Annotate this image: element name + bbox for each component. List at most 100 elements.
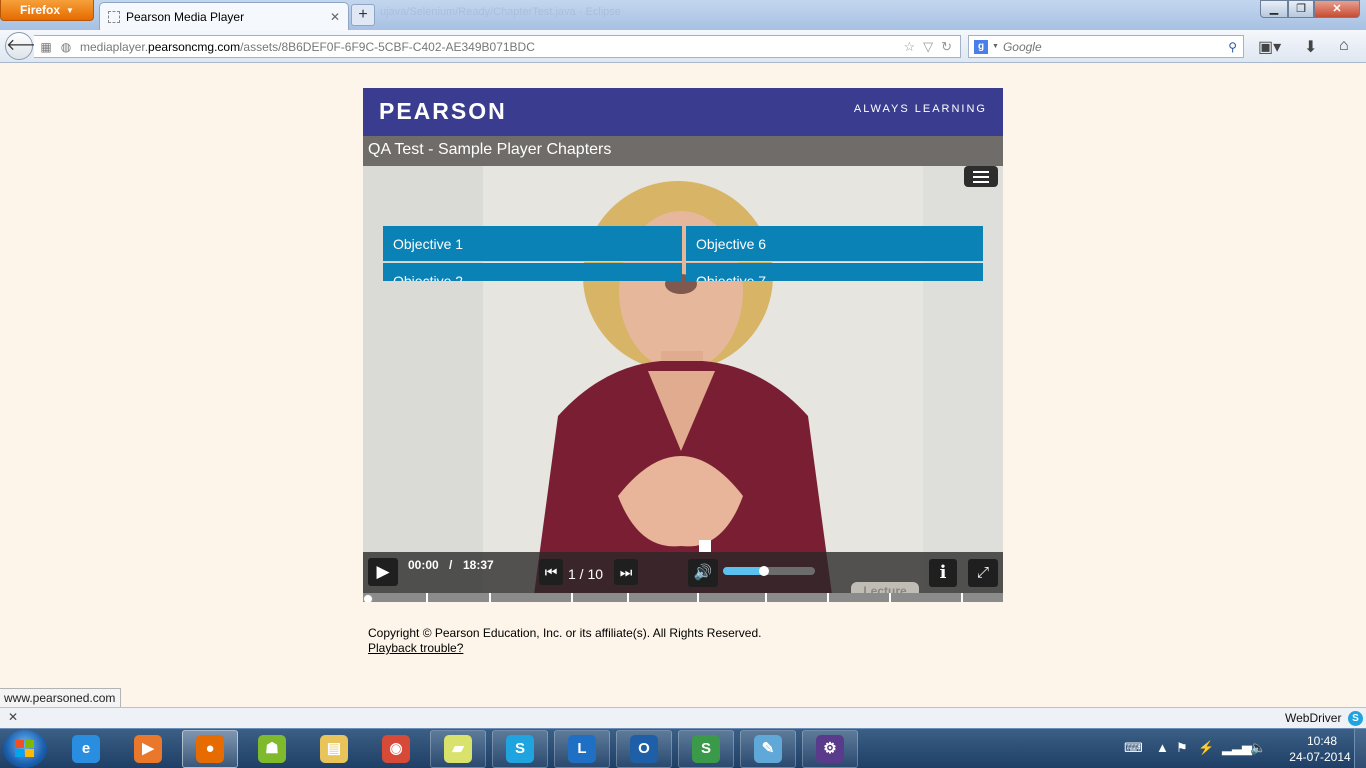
restore-button[interactable]: ❐	[1288, 0, 1314, 18]
taskbar-item-skype[interactable]: S	[492, 730, 548, 768]
close-window-button[interactable]: ✕	[1314, 0, 1360, 18]
chapter-marker[interactable]	[827, 593, 829, 602]
url-history-dropdown-icon[interactable]: ▽	[923, 39, 933, 55]
search-bar[interactable]: g ▼ ⚲	[968, 35, 1244, 58]
info-button[interactable]: i	[929, 559, 957, 587]
minimize-button[interactable]: ▁	[1260, 0, 1288, 18]
current-time: 00:00	[408, 558, 439, 572]
outlook-icon: O	[630, 735, 658, 763]
power-icon[interactable]: ⚡	[1198, 740, 1214, 756]
chapter-marker[interactable]	[889, 593, 892, 602]
taskbar-item-outlook[interactable]: O	[616, 730, 672, 768]
windows-logo-icon	[15, 740, 35, 758]
chapter-menu-button[interactable]	[964, 166, 998, 187]
tab-groups-icon[interactable]: ▦	[38, 40, 54, 54]
page-icon	[108, 10, 120, 23]
close-tab-icon[interactable]: ✕	[330, 10, 340, 24]
file-explorer-icon: ▤	[320, 735, 348, 763]
brand-header: PEARSON ALWAYS LEARNING	[363, 88, 1003, 136]
google-icon[interactable]: g	[974, 39, 988, 54]
globe-icon: ◍	[60, 39, 72, 54]
volume-icon[interactable]: 🔊	[688, 559, 718, 587]
show-desktop-button[interactable]	[1354, 729, 1366, 768]
playback-trouble-link[interactable]: Playback trouble?	[368, 641, 463, 655]
skype-icon[interactable]: S	[1348, 711, 1363, 726]
tab-title: Pearson Media Player	[126, 9, 245, 24]
chapter-marker[interactable]	[425, 593, 428, 602]
back-button[interactable]: 🡐	[5, 32, 49, 60]
lync-icon: L	[568, 735, 596, 763]
background-window-title: ujava/Selenium/Ready/ChapterTest.java - …	[380, 6, 621, 18]
volume-tray-icon[interactable]: 🔈	[1250, 740, 1266, 756]
taskbar-item-chrome[interactable]: ◉	[368, 730, 424, 768]
progress-handle[interactable]	[363, 594, 373, 602]
chapter-marker[interactable]	[960, 593, 963, 602]
previous-chapter-button[interactable]: ⏮	[539, 559, 563, 585]
network-signal-icon[interactable]: ▂▃▅	[1222, 740, 1252, 756]
chapter-counter: 1 / 10	[568, 566, 604, 582]
chapter-marker[interactable]	[571, 593, 573, 602]
firefox-menu-label: Firefox	[20, 3, 61, 17]
search-engine-dropdown-icon[interactable]: ▼	[992, 43, 999, 50]
chapter-marker[interactable]	[489, 593, 492, 602]
eclipse-icon: ⚙	[816, 735, 844, 763]
volume-slider[interactable]	[723, 566, 815, 576]
show-hidden-icons[interactable]: ▲	[1156, 740, 1169, 755]
taskbar-item-snagit[interactable]: S	[678, 730, 734, 768]
sticky-notes-icon: ▰	[444, 735, 472, 763]
chapter-item[interactable]: Objective 1	[383, 226, 682, 262]
volume-fill	[723, 567, 765, 575]
internet-explorer-icon: e	[72, 735, 100, 763]
url-text[interactable]: mediaplayer.pearsoncmg.com/assets/8B6DEF…	[80, 40, 903, 54]
url-domain: pearsoncmg.com	[148, 39, 241, 54]
chapter-item[interactable]: Objective 7	[686, 263, 983, 281]
total-time: 18:37	[463, 558, 494, 572]
volume-handle[interactable]	[759, 566, 770, 576]
player-controls: Lecture ▶ 00:00 / 18:37 ⏮ 1 / 10 ⏭ 🔊 i ⤢	[363, 552, 1003, 602]
chapter-marker[interactable]	[697, 593, 700, 602]
taskbar-item-android-sdk[interactable]: ☗	[244, 730, 300, 768]
download-icon[interactable]: ⬇	[1304, 37, 1317, 57]
home-icon[interactable]: ⌂	[1339, 37, 1349, 55]
clock-date[interactable]: 24-07-2014	[1288, 750, 1352, 764]
chapter-item[interactable]: Objective 6	[686, 226, 983, 262]
chevron-down-icon: ▼	[66, 5, 74, 15]
android-sdk-icon: ☗	[258, 735, 286, 763]
new-tab-button[interactable]: +	[351, 4, 375, 26]
video-area[interactable]: Objective 1 Objective 2 Objective 6 Obje…	[363, 166, 1003, 602]
bookmark-star-icon[interactable]: ☆	[903, 39, 915, 55]
taskbar-item-lync[interactable]: L	[554, 730, 610, 768]
chapter-marker[interactable]	[627, 593, 630, 602]
taskbar-item-notepad[interactable]: ✎	[740, 730, 796, 768]
start-button[interactable]	[3, 730, 47, 768]
chapter-menu: Objective 1 Objective 2 Objective 6 Obje…	[383, 226, 983, 281]
copyright-text: Copyright © Pearson Education, Inc. or i…	[368, 626, 762, 640]
bookmarks-menu-icon[interactable]: ▣▾	[1258, 37, 1281, 57]
browser-tab-active[interactable]: Pearson Media Player ✕	[99, 2, 349, 30]
progress-bar[interactable]	[363, 593, 1003, 602]
search-input[interactable]	[1002, 39, 1229, 54]
keyboard-icon[interactable]: ⌨	[1124, 740, 1143, 756]
chapter-marker[interactable]	[764, 593, 767, 602]
taskbar-item-firefox[interactable]: ●	[182, 730, 238, 768]
taskbar-item-sticky-notes[interactable]: ▰	[430, 730, 486, 768]
fullscreen-icon[interactable]: ⤢	[968, 559, 998, 587]
close-addon-bar-icon[interactable]: ✕	[8, 710, 18, 724]
clock-time[interactable]: 10:48	[1296, 734, 1348, 748]
search-icon[interactable]: ⚲	[1228, 40, 1237, 54]
action-center-flag-icon[interactable]: ⚑	[1176, 740, 1188, 756]
tagline: ALWAYS LEARNING	[853, 103, 987, 115]
taskbar-item-internet-explorer[interactable]: e	[58, 730, 114, 768]
reload-icon[interactable]: ↻	[941, 39, 952, 55]
taskbar: e ▶ ● ☗ ▤ ◉ ▰ S L O S ✎ ⚙ ⌨ ▲ ⚑ ⚡ ▂▃▅ 🔈 10:48 24-07-…	[0, 728, 1366, 768]
firefox-menu-button[interactable]: Firefox ▼	[0, 0, 94, 21]
next-chapter-button[interactable]: ⏭	[614, 559, 638, 585]
chapter-item[interactable]: Objective 2	[383, 263, 682, 281]
taskbar-item-media-player[interactable]: ▶	[120, 730, 176, 768]
system-tray: ⌨ ▲ ⚑ ⚡ ▂▃▅ 🔈 10:48 24-07-2014	[1118, 729, 1366, 768]
navigation-toolbar: 🡐 ▦ ◍ mediaplayer.pearsoncmg.com/assets/…	[0, 30, 1366, 63]
address-bar[interactable]: ▦ ◍ mediaplayer.pearsoncmg.com/assets/8B…	[34, 35, 961, 58]
taskbar-item-file-explorer[interactable]: ▤	[306, 730, 362, 768]
taskbar-item-eclipse[interactable]: ⚙	[802, 730, 858, 768]
play-button[interactable]: ▶	[368, 558, 398, 586]
